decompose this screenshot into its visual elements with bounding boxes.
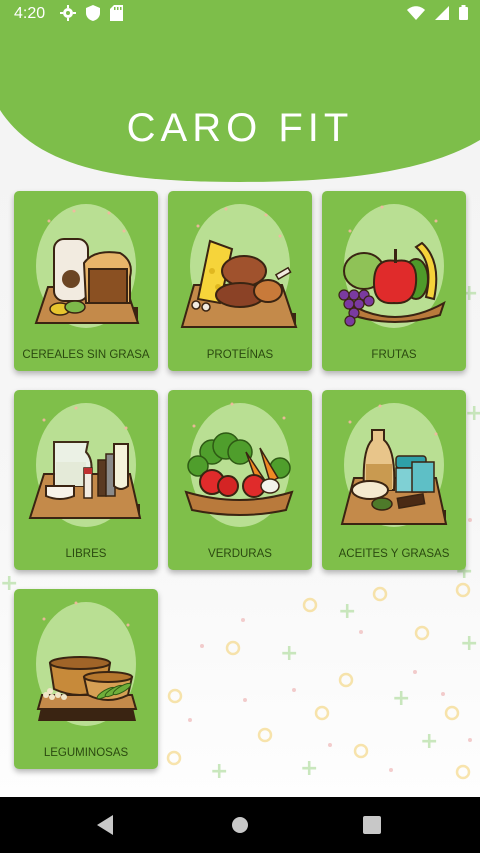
home-button[interactable] — [210, 797, 270, 853]
svg-text:+: + — [338, 599, 356, 624]
svg-text:+: + — [210, 759, 228, 784]
category-card-frutas[interactable]: FRUTAS — [322, 191, 466, 371]
back-button[interactable] — [76, 797, 136, 853]
status-time: 4:20 — [14, 5, 46, 22]
navigation-bar — [0, 797, 480, 853]
category-card-leguminosas[interactable]: LEGUMINOSAS — [14, 589, 158, 769]
category-label: VERDURAS — [208, 548, 272, 560]
category-label: CEREALES SIN GRASA — [22, 349, 150, 361]
svg-text:+: + — [420, 729, 438, 754]
category-label: PROTEÍNAS — [206, 349, 274, 361]
sd-card-icon — [110, 5, 123, 21]
bread-and-cereal-icon — [34, 204, 140, 328]
recents-icon — [363, 816, 381, 834]
category-card-cereales[interactable]: CEREALES SIN GRASA — [14, 191, 158, 371]
battery-icon — [459, 5, 468, 20]
category-label: ACEITES Y GRASAS — [338, 548, 450, 560]
status-bar: 4:20 — [0, 0, 480, 28]
vegetable-basket-icon — [184, 402, 294, 527]
recents-button[interactable] — [342, 797, 402, 853]
svg-text:+: + — [460, 631, 478, 656]
svg-text:+: + — [392, 686, 410, 711]
back-icon — [97, 815, 113, 835]
category-card-proteinas[interactable]: PROTEÍNAS — [168, 191, 312, 371]
svg-text:+: + — [300, 756, 318, 781]
category-card-verduras[interactable]: VERDURAS — [168, 390, 312, 570]
oils-and-fats-icon — [340, 403, 448, 527]
app-title: CARO FIT — [126, 106, 354, 150]
svg-text:+: + — [465, 401, 480, 426]
category-label: FRUTAS — [371, 349, 417, 361]
home-icon — [232, 817, 248, 833]
category-label: LIBRES — [65, 548, 107, 560]
shield-icon — [86, 5, 100, 21]
wifi-icon — [407, 5, 425, 20]
category-label: LEGUMINOSAS — [43, 747, 129, 759]
svg-text:+: + — [280, 641, 298, 666]
category-card-libres[interactable]: LIBRES — [14, 390, 158, 570]
drinks-and-condiments-icon — [28, 403, 142, 527]
signal-icon — [435, 5, 449, 20]
legumes-bowls-icon — [36, 601, 138, 726]
category-card-aceites-y-grasas[interactable]: ACEITES Y GRASAS — [322, 390, 466, 570]
fruit-basket-icon — [338, 204, 446, 328]
gear-icon — [60, 5, 76, 21]
meat-and-cheese-icon — [180, 204, 298, 328]
